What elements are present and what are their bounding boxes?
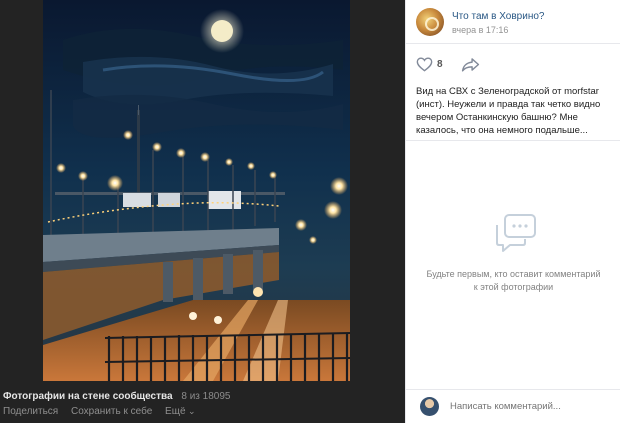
comment-composer <box>406 389 620 423</box>
no-comments-text: Будьте первым, кто оставит комментарий к… <box>426 269 601 292</box>
save-to-self-link[interactable]: Сохранить к себе <box>71 406 152 417</box>
photo-actions: Поделиться Сохранить к себе Ещё <box>3 406 206 417</box>
comment-input[interactable] <box>450 401 610 412</box>
photo-viewer: Фотографии на стене сообщества 8 из 1809… <box>0 0 405 423</box>
post-time[interactable]: вчера в 17:16 <box>452 25 508 35</box>
community-avatar[interactable] <box>416 8 444 36</box>
divider <box>406 140 620 141</box>
like-button[interactable]: 8 <box>416 56 456 74</box>
photo-caption: Вид на СВХ с Зеленоградской от morfstar … <box>416 86 601 136</box>
chat-bubbles-icon <box>493 213 537 258</box>
heart-icon <box>416 57 433 72</box>
share-link[interactable]: Поделиться <box>3 406 58 417</box>
album-info: Фотографии на стене сообщества 8 из 1809… <box>3 391 230 402</box>
like-count: 8 <box>437 59 443 70</box>
share-button[interactable] <box>461 57 480 77</box>
avatar[interactable] <box>420 397 439 416</box>
night-city-photo[interactable] <box>43 0 350 381</box>
photo-counter: 8 из 18095 <box>181 391 231 402</box>
photo-image <box>43 0 350 381</box>
reactions-bar: 8 <box>416 56 616 74</box>
post-author-block: Что там в Ховрино? вчера в 17:16 <box>406 0 620 44</box>
album-title-link[interactable]: Фотографии на стене сообщества <box>3 391 173 402</box>
share-arrow-icon <box>461 58 480 72</box>
info-panel: Что там в Ховрино? вчера в 17:16 8 Вид н… <box>405 0 620 423</box>
viewer-footer: Фотографии на стене сообщества 8 из 1809… <box>0 386 405 423</box>
community-name-link[interactable]: Что там в Ховрино? <box>452 11 544 22</box>
more-dropdown[interactable]: Ещё <box>165 406 196 417</box>
